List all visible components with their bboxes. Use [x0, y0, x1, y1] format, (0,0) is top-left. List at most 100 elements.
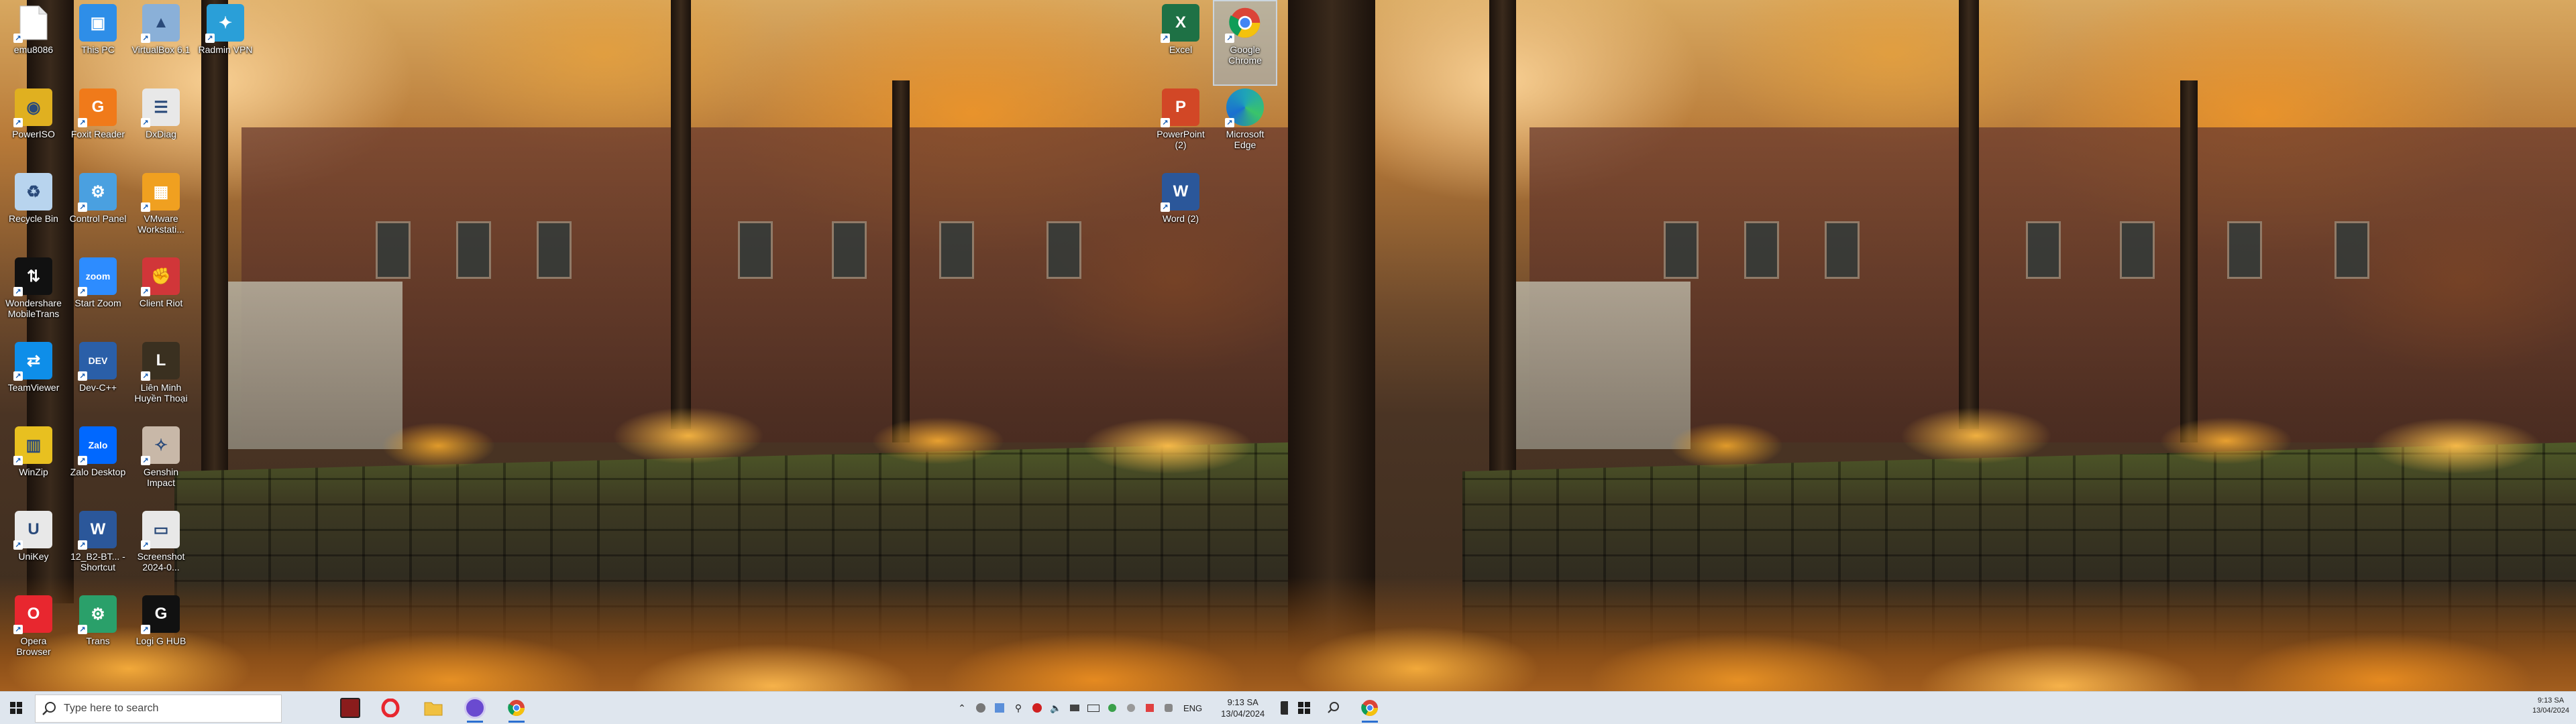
desktop-icon-chrome[interactable]: ↗ Google Chrome — [1213, 0, 1277, 86]
powerpoint-icon: P ↗ — [1161, 88, 1199, 127]
desktop-icon-riot[interactable]: ✊ ↗ Client Riot — [130, 255, 192, 338]
desktop-icon-computer[interactable]: ▣ This PC — [67, 1, 129, 84]
desktop-icon-label: Start Zoom — [74, 298, 121, 308]
recycle-bin-icon: ♻ — [15, 173, 52, 210]
mobiletrans-icon: ⇅ ↗ — [13, 257, 52, 296]
desktop-icon-zoom[interactable]: zoom ↗ Start Zoom — [67, 255, 129, 338]
desktop-icon-file[interactable]: ↗ emu8086 — [3, 1, 64, 84]
notification-icon[interactable] — [1281, 701, 1288, 715]
wallpaper-leaves-ground — [1288, 577, 2576, 692]
shortcut-arrow-icon: ↗ — [78, 371, 87, 381]
ghub-icon: G ↗ — [141, 595, 180, 634]
desktop-icon-foxit[interactable]: G ↗ Foxit Reader — [67, 86, 129, 169]
virtualbox-icon: ▲ ↗ — [141, 4, 180, 43]
desktop-icon-label: PowerISO — [12, 129, 55, 139]
desktop-icon-control-panel[interactable]: ⚙ ↗ Control Panel — [67, 170, 129, 253]
desktop-icon-mobiletrans[interactable]: ⇅ ↗ Wondershare MobileTrans — [3, 255, 64, 338]
tray-app-icon[interactable] — [1105, 701, 1120, 715]
shortcut-arrow-icon: ↗ — [141, 202, 150, 212]
desktop-icon-vmware[interactable]: ▦ ↗ VMware Workstati... — [130, 170, 192, 253]
desktop-icon-label: Google Chrome — [1228, 44, 1262, 66]
opera-icon: O ↗ — [13, 595, 52, 634]
desktop-icon-radmin-vpn[interactable]: ✦ ↗ Radmin VPN — [195, 1, 256, 84]
taskbar-chrome[interactable] — [1358, 696, 1382, 723]
desktop-icon-label: Word (2) — [1162, 213, 1199, 224]
desktop-icon-label: Genshin Impact — [143, 467, 179, 488]
devcpp-icon: DEV ↗ — [78, 342, 117, 381]
chrome-icon — [1361, 700, 1378, 717]
clock[interactable]: 9:13 SA 13/04/2024 — [1221, 697, 1265, 719]
desktop-icon-edge[interactable]: ↗ Microsoft Edge — [1214, 86, 1276, 169]
desktop-icon-winzip[interactable]: ▥ ↗ WinZip — [3, 424, 64, 507]
start-button[interactable] — [0, 692, 32, 724]
desktop-icon-opera[interactable]: O ↗ Opera Browser — [3, 593, 64, 676]
start-button[interactable] — [1288, 692, 1320, 724]
desktop-icon-poweriso[interactable]: ◉ ↗ PowerISO — [3, 86, 64, 169]
tray-app-icon[interactable] — [992, 701, 1007, 715]
desktop-icon-genshin[interactable]: ✧ ↗ Genshin Impact — [130, 424, 192, 507]
genshin-icon: ✧ ↗ — [141, 426, 180, 465]
volume-icon[interactable]: 🔈 — [1049, 701, 1063, 715]
desktop-icon-label: Opera Browser — [16, 636, 51, 657]
wallpaper — [1288, 0, 2576, 692]
desktop-icon-league[interactable]: L ↗ Liên Minh Huyền Thoại — [130, 339, 192, 422]
search-input[interactable] — [62, 702, 281, 715]
desktop-icon-label: 12_B2-BT... - Shortcut — [70, 551, 125, 572]
taskbar-app-1[interactable] — [338, 696, 362, 720]
desktop-icon-word-doc[interactable]: W ↗ 12_B2-BT... - Shortcut — [67, 508, 129, 591]
shortcut-arrow-icon: ↗ — [1161, 202, 1170, 212]
desktop-icon-ghub[interactable]: G ↗ Logi G HUB — [130, 593, 192, 676]
desktop-icon-label: Recycle Bin — [9, 213, 58, 224]
tray-app-icon[interactable] — [1067, 701, 1082, 715]
folder-icon — [424, 702, 443, 716]
search-button[interactable] — [1322, 696, 1346, 720]
desktop-icon-image-file[interactable]: ▭ ↗ Screenshot 2024-0... — [130, 508, 192, 591]
tray-app-icon[interactable] — [1161, 701, 1176, 715]
clock-time: 9:13 SA — [1227, 697, 1258, 707]
wallpaper-window — [2026, 221, 2061, 279]
desktop-icon-excel[interactable]: X ↗ Excel — [1150, 1, 1212, 84]
desktop-icon-recycle-bin[interactable]: ♻ Recycle Bin — [3, 170, 64, 253]
desktop-icon-label: emu8086 — [13, 44, 54, 55]
desktop-icon-label: Client Riot — [139, 298, 183, 308]
tray-app-icon[interactable] — [973, 701, 988, 715]
app-purple-icon — [464, 697, 486, 719]
battery-icon[interactable] — [1086, 701, 1101, 715]
chevron-up-icon[interactable]: ⌃ — [955, 701, 969, 715]
desktop-icon-label: This PC — [81, 44, 115, 55]
taskbar-file-explorer[interactable] — [421, 696, 445, 720]
desktop-icon-word[interactable]: W ↗ Word (2) — [1150, 170, 1212, 253]
chrome-icon — [508, 700, 525, 717]
desktop-icon-dxdiag[interactable]: ☰ ↗ DxDiag — [130, 86, 192, 169]
tray-app-icon[interactable] — [1030, 701, 1044, 715]
wallpaper-window — [1664, 221, 1699, 279]
desktop-icon-devcpp[interactable]: DEV ↗ Dev-C++ — [67, 339, 129, 422]
shortcut-arrow-icon: ↗ — [13, 456, 23, 465]
desktop-icon-label: UniKey — [18, 551, 49, 562]
tray-app-icon[interactable] — [1124, 701, 1138, 715]
taskbar-opera[interactable] — [378, 696, 402, 720]
shortcut-arrow-icon: ↗ — [1161, 34, 1170, 43]
wallpaper-window — [939, 221, 974, 279]
shortcut-arrow-icon: ↗ — [141, 625, 150, 634]
teamviewer-icon: ⇄ ↗ — [13, 342, 52, 381]
taskbar-search[interactable] — [35, 695, 282, 723]
network-icon[interactable]: ⚲ — [1011, 701, 1026, 715]
desktop-icon-trans[interactable]: ⚙ ↗ Trans — [67, 593, 129, 676]
desktop-icon-label: Wondershare MobileTrans — [5, 298, 62, 319]
clock[interactable]: 9:13 SA 13/04/2024 — [2532, 696, 2569, 716]
input-language[interactable]: ENG — [1183, 703, 1202, 713]
zalo-icon: Zalo ↗ — [78, 426, 117, 465]
computer-icon: ▣ — [79, 4, 117, 42]
shortcut-arrow-icon: ↗ — [141, 287, 150, 296]
taskbar-chrome[interactable] — [504, 696, 529, 723]
winzip-icon: ▥ ↗ — [13, 426, 52, 465]
desktop-icon-zalo[interactable]: Zalo ↗ Zalo Desktop — [67, 424, 129, 507]
taskbar-app-purple[interactable] — [463, 696, 487, 723]
desktop-icon-teamviewer[interactable]: ⇄ ↗ TeamViewer — [3, 339, 64, 422]
desktop-icon-powerpoint[interactable]: P ↗ PowerPoint (2) — [1150, 86, 1212, 169]
wallpaper — [0, 0, 1288, 692]
desktop-icon-virtualbox[interactable]: ▲ ↗ VirtualBox 6.1 — [130, 1, 192, 84]
desktop-icon-unikey[interactable]: U ↗ UniKey — [3, 508, 64, 591]
tray-app-icon[interactable] — [1142, 701, 1157, 715]
